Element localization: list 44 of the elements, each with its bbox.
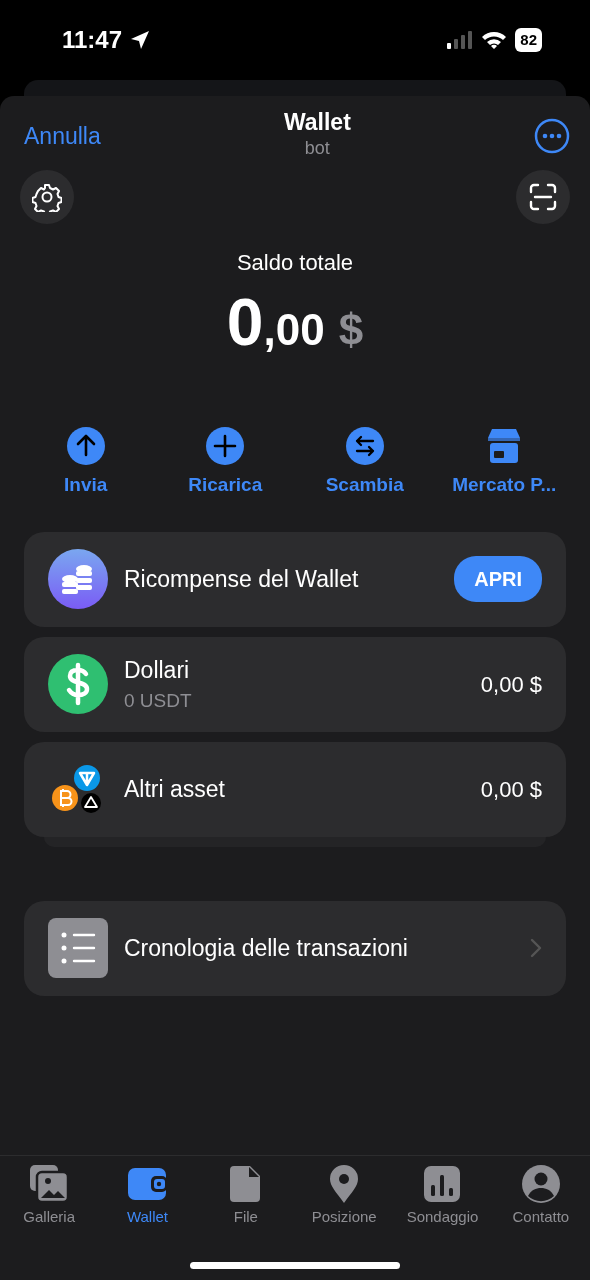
more-icon[interactable] <box>534 118 570 155</box>
history-title: Cronologia delle transazioni <box>124 934 409 964</box>
tab-item[interactable]: Contatto <box>491 1163 590 1228</box>
window-subtitle: bot <box>303 137 331 161</box>
action-button[interactable]: Ricarica <box>155 427 295 500</box>
gallery-icon <box>29 1163 70 1204</box>
wifi-icon <box>481 30 508 50</box>
tab-item[interactable]: Sondaggio <box>393 1163 492 1228</box>
tab-item[interactable]: Posizione <box>295 1163 394 1228</box>
clock: 11:47 <box>62 25 123 55</box>
location-arrow-icon <box>130 30 151 50</box>
history-row[interactable]: Cronologia delle transazioni <box>24 900 566 996</box>
settings-icon <box>32 182 62 213</box>
rewards-title: Ricompense del Wallet <box>124 565 360 595</box>
balance-amount: 0,00 $ <box>225 289 365 356</box>
open-button[interactable]: APRI <box>454 556 542 603</box>
plus-icon <box>206 427 245 466</box>
cancel-link[interactable]: Annulla <box>24 118 101 154</box>
asset-row[interactable]: Altri asset 0,00 $ <box>24 741 566 837</box>
balance-label: Saldo totale <box>235 249 355 278</box>
scan-icon <box>529 183 557 212</box>
list-icon <box>48 918 108 979</box>
coins-icon <box>48 549 108 610</box>
signal-icon <box>447 31 474 49</box>
asset-row[interactable]: Dollari 0 USDT 0,00 $ <box>24 636 566 732</box>
action-button[interactable]: Invia <box>16 427 156 500</box>
dollar-icon <box>48 654 108 715</box>
tab-item[interactable]: Wallet <box>98 1163 197 1228</box>
swap-icon <box>345 427 384 466</box>
asset-name: Altri asset <box>124 775 226 805</box>
battery-indicator: 82 <box>515 27 542 53</box>
action-button[interactable]: Mercato P... <box>434 427 574 500</box>
send-icon <box>66 427 105 466</box>
asset-value: 0,00 $ <box>480 775 542 804</box>
asset-value: 0,00 $ <box>480 670 542 699</box>
tab-item[interactable]: Galleria <box>0 1163 99 1228</box>
action-button[interactable]: Scambia <box>295 427 435 500</box>
chevron-right-icon <box>530 938 542 959</box>
person-icon <box>520 1163 561 1204</box>
asset-amount: 0 USDT <box>124 689 193 714</box>
window-title: Wallet <box>283 110 351 136</box>
tab-item[interactable]: File <box>196 1163 295 1228</box>
bar-chart-icon <box>422 1163 463 1204</box>
asset-name: Dollari <box>124 655 191 685</box>
